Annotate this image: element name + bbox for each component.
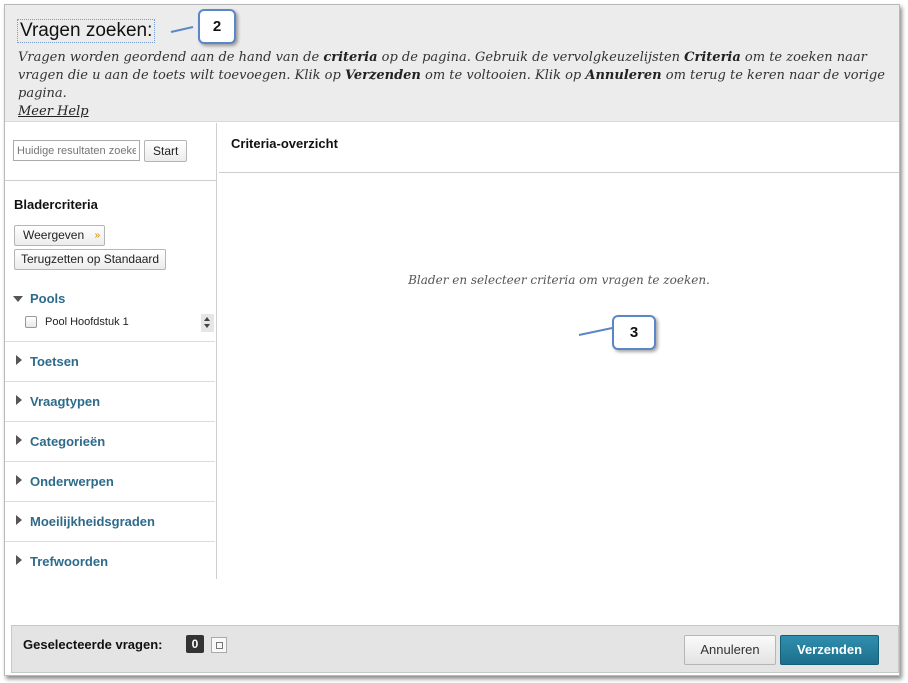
criteria-overview-panel: Criteria-overzicht Blader en selecteer c… [219,123,899,579]
callout-badge-3: 3 [612,315,656,350]
help-link[interactable]: Meer Help [18,104,89,119]
pool-item-label: Pool Hoofdstuk 1 [45,316,129,328]
collapsed-triangle-icon [16,395,22,405]
collapsed-triangle-icon [16,435,22,445]
selected-questions-label: Geselecteerde vragen: [23,637,163,652]
facet-label: Onderwerpen [30,474,114,489]
page-description: Vragen worden geordend aan de hand van d… [18,49,888,121]
facet-label: Vraagtypen [30,394,101,409]
view-button-label: Weergeven [23,228,85,242]
collapsed-triangle-icon [16,475,22,485]
double-chevron-icon: » [94,230,101,241]
description-text: Vragen worden geordend aan de hand van d… [18,50,324,65]
facet-label: Toetsen [30,354,79,369]
facet-pools: Pools Pool Hoofdstuk 1 [5,286,215,340]
browse-panel: Start Bladercriteria Weergeven » Terugze… [5,123,217,579]
pool-item: Pool Hoofdstuk 1 [25,315,195,331]
expanded-triangle-icon[interactable] [13,296,23,302]
callout-badge-2: 2 [198,9,236,44]
arrow-down-icon [204,324,210,328]
start-button[interactable]: Start [144,140,188,162]
arrow-up-icon [204,317,210,321]
page-header: Vragen zoeken: Vragen worden geordend aa… [5,5,899,122]
reset-default-button[interactable]: Terugzetten op Standaard [14,249,167,270]
facet-tests[interactable]: Toetsen [5,341,215,381]
submit-button[interactable]: Verzenden [780,635,879,665]
browse-criteria-title: Bladercriteria [14,197,98,212]
facet-label: Categorieën [30,434,106,449]
description-emphasis: Annuleren [585,68,662,83]
description-emphasis: Criteria [684,50,741,65]
facet-difficulty[interactable]: Moeilijkheidsgraden [5,501,215,541]
page-title: Vragen zoeken: [17,19,156,43]
facet-categories[interactable]: Categorieën [5,421,215,461]
collapsed-triangle-icon [16,355,22,365]
description-text: om te voltooien. Klik op [420,68,586,83]
page-frame: Vragen zoeken: Vragen worden geordend aa… [4,4,900,676]
search-row: Start [5,123,216,181]
scroll-spinner[interactable] [201,314,214,332]
action-bar: Geselecteerde vragen: 0 Annuleren Verzen… [11,625,899,673]
pool-checkbox[interactable] [25,316,37,328]
criteria-overview-header: Criteria-overzicht [219,123,899,173]
criteria-overview-title: Criteria-overzicht [231,136,338,151]
facet-label[interactable]: Pools [30,291,65,306]
description-text: op de pagina. Gebruik de vervolgkeuzelij… [377,50,685,65]
cancel-button[interactable]: Annuleren [684,635,776,665]
facet-topics[interactable]: Onderwerpen [5,461,215,501]
description-emphasis: Verzenden [344,68,421,83]
expand-selection-icon[interactable] [211,637,227,653]
collapsed-triangle-icon [16,515,22,525]
search-input[interactable] [13,140,140,161]
facet-label: Trefwoorden [30,554,109,569]
selected-count-badge: 0 [186,635,204,653]
facet-label: Moeilijkheidsgraden [30,514,155,529]
facet-question-types[interactable]: Vraagtypen [5,381,215,421]
collapsed-triangle-icon [16,555,22,565]
facet-keywords[interactable]: Trefwoorden [5,541,215,581]
description-emphasis: criteria [323,50,378,65]
empty-state-message: Blader en selecteer criteria om vragen t… [408,273,710,287]
view-button[interactable]: Weergeven » [14,225,106,246]
